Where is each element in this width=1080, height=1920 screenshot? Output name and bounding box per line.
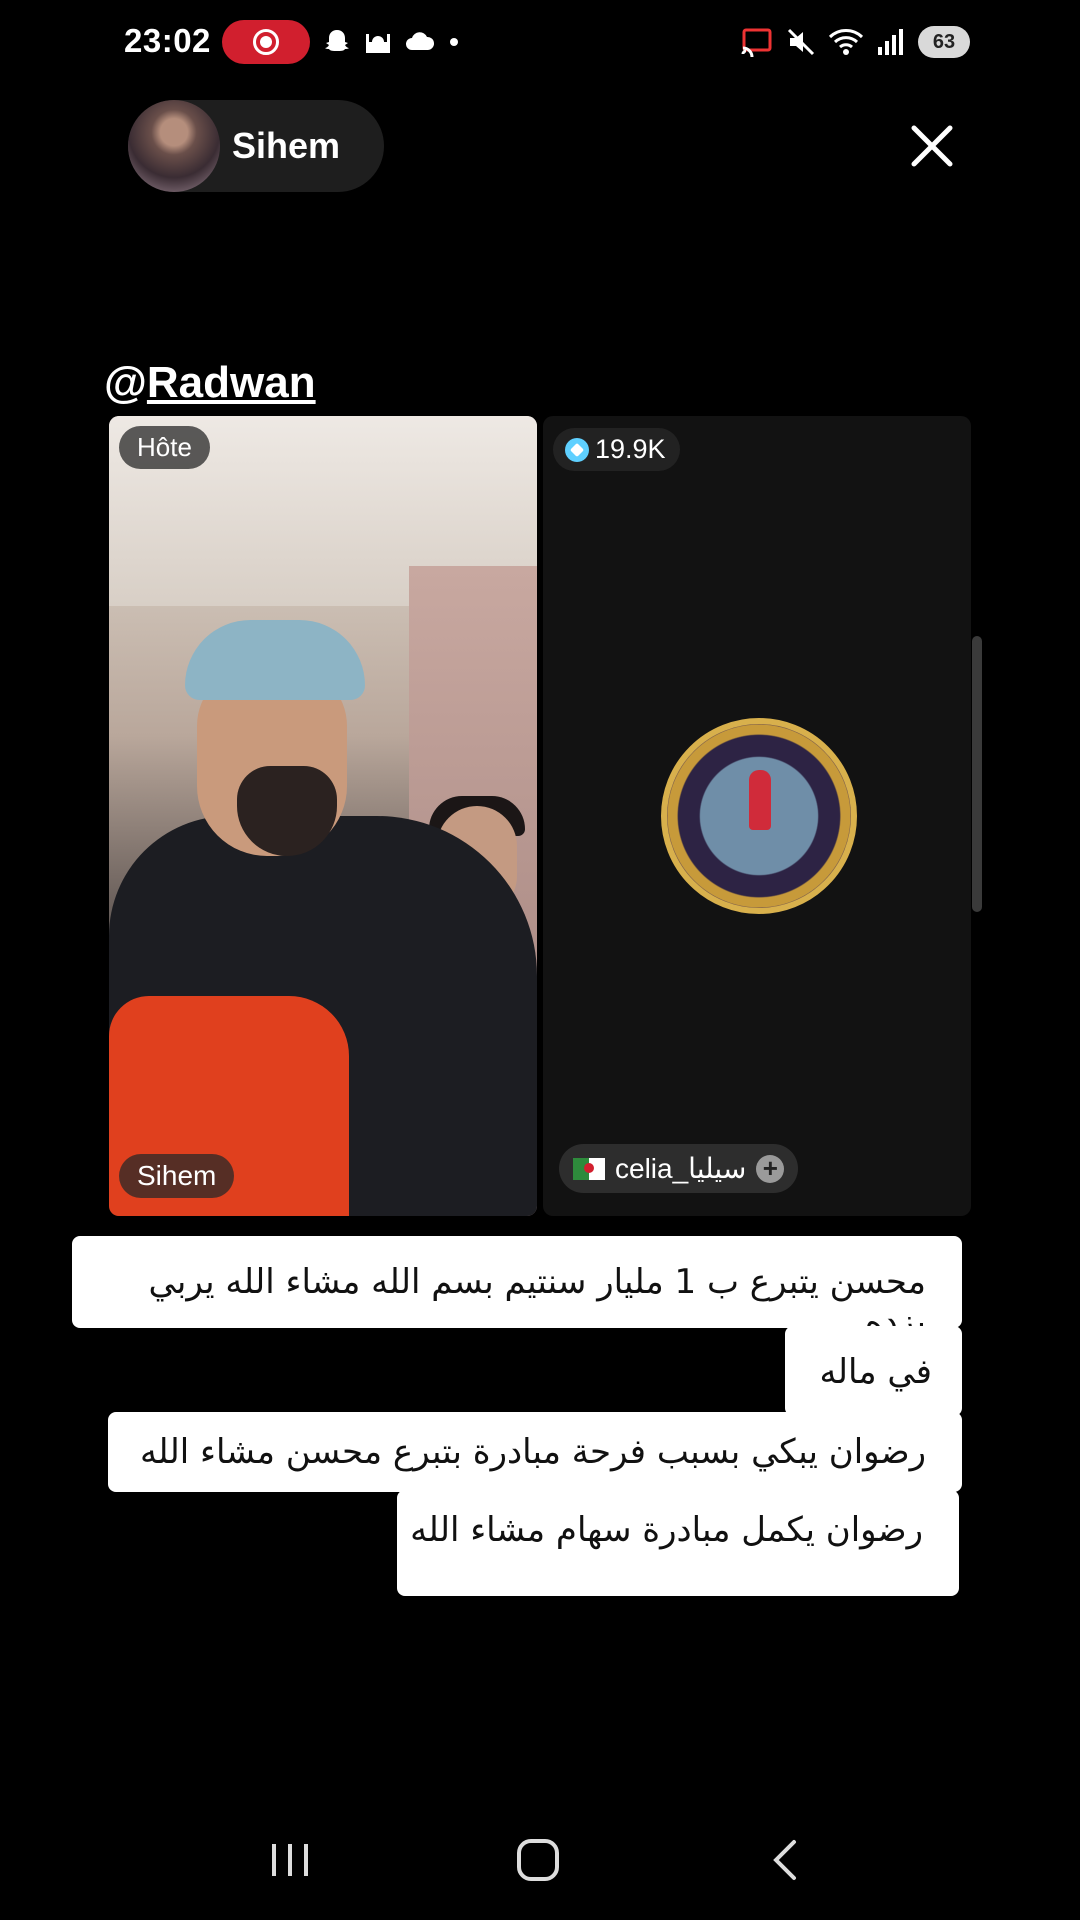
status-time: 23:02: [124, 22, 211, 59]
algeria-flag-icon: [573, 1157, 605, 1180]
snapchat-icon: [325, 30, 349, 51]
caption-line-1: محسن يتبرع ب 1 مليار سنتيم بسم الله مشاء…: [72, 1236, 962, 1342]
profile-name: Sihem: [232, 125, 341, 166]
back-icon[interactable]: [756, 1830, 816, 1890]
avatar[interactable]: [128, 100, 220, 192]
navigation-bar: [0, 1806, 1080, 1920]
host-role-label: Hôte: [119, 426, 210, 469]
guest-avatar-badge[interactable]: [661, 718, 857, 914]
mute-icon: [787, 28, 815, 56]
diamond-icon: [565, 437, 589, 462]
mention-username[interactable]: Radwan: [147, 358, 316, 407]
dot-icon: [450, 38, 458, 46]
video-person-cap: [185, 620, 365, 700]
screen-record-icon[interactable]: [222, 20, 310, 64]
notification-icons: [322, 26, 460, 58]
cloud-icon: [406, 32, 435, 50]
cast-icon: [741, 28, 772, 57]
wifi-icon: [828, 29, 864, 55]
signal-icon: [878, 29, 903, 55]
mosque-icon: [366, 34, 390, 53]
close-icon[interactable]: [904, 118, 960, 174]
status-bar: 23:02 63: [0, 0, 1080, 84]
guest-name-label: celia_سيليا: [615, 1153, 747, 1184]
guest-count: 19.9K: [595, 434, 666, 464]
guest-video-panel[interactable]: 19.9K celia_سيليا +: [543, 416, 971, 1216]
caption-line-4: رضوان يكمل مبادرة سهام مشاء الله: [397, 1490, 959, 1596]
badge-figure: [749, 770, 771, 830]
caption-line-3: رضوان يبكي بسبب فرحة مبادرة بتبرع محسن م…: [108, 1412, 962, 1492]
guest-name-chip[interactable]: celia_سيليا +: [559, 1144, 799, 1193]
caption-line-2: في ماله: [785, 1326, 962, 1416]
guest-count-badge: 19.9K: [553, 428, 680, 471]
mention-label[interactable]: @Radwan: [104, 358, 316, 408]
profile-chip[interactable]: Sihem: [128, 100, 384, 192]
system-icons: 63: [740, 24, 970, 60]
mention-at: @: [104, 358, 147, 407]
caption-gap: [72, 1326, 785, 1414]
battery-icon: 63: [918, 26, 970, 58]
recents-icon[interactable]: [260, 1830, 320, 1890]
host-name-label[interactable]: Sihem: [119, 1154, 235, 1198]
plus-icon[interactable]: +: [756, 1154, 785, 1183]
host-video-panel[interactable]: Hôte Sihem: [109, 416, 537, 1216]
scrollbar[interactable]: [972, 636, 982, 912]
home-icon[interactable]: [508, 1830, 568, 1890]
